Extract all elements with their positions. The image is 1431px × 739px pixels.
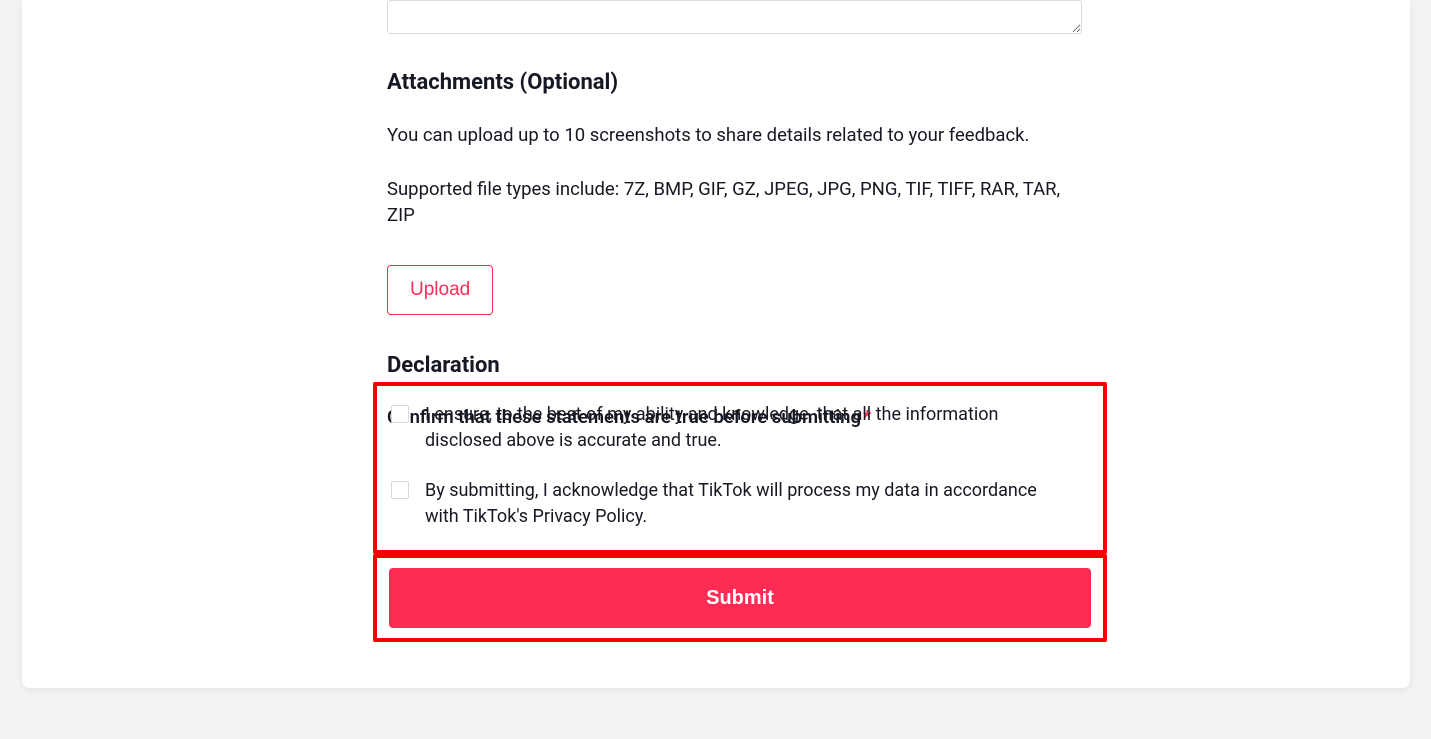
upload-button[interactable]: Upload [387, 265, 493, 315]
declaration-highlight-box: I ensure, to the best of my ability and … [373, 382, 1107, 554]
feedback-textarea[interactable] [387, 0, 1082, 34]
submit-highlight-box: Submit [373, 554, 1107, 642]
declaration-item-label: By submitting, I acknowledge that TikTok… [425, 478, 1065, 530]
form-card: Attachments (Optional) You can upload up… [22, 0, 1410, 688]
declaration-item: I ensure, to the best of my ability and … [377, 402, 1089, 454]
attachments-heading: Attachments (Optional) [387, 70, 1090, 95]
declaration-checkbox-1[interactable] [391, 405, 409, 423]
attachments-help-types: Supported file types include: 7Z, BMP, G… [387, 177, 1090, 229]
declaration-checkbox-2[interactable] [391, 481, 409, 499]
attachments-help-limit: You can upload up to 10 screenshots to s… [387, 123, 1090, 149]
declaration-item-label: I ensure, to the best of my ability and … [425, 402, 1065, 454]
declaration-item: By submitting, I acknowledge that TikTok… [377, 478, 1089, 530]
declaration-heading: Declaration [387, 353, 1090, 378]
form-content: Attachments (Optional) You can upload up… [387, 0, 1090, 430]
submit-button[interactable]: Submit [389, 568, 1091, 628]
